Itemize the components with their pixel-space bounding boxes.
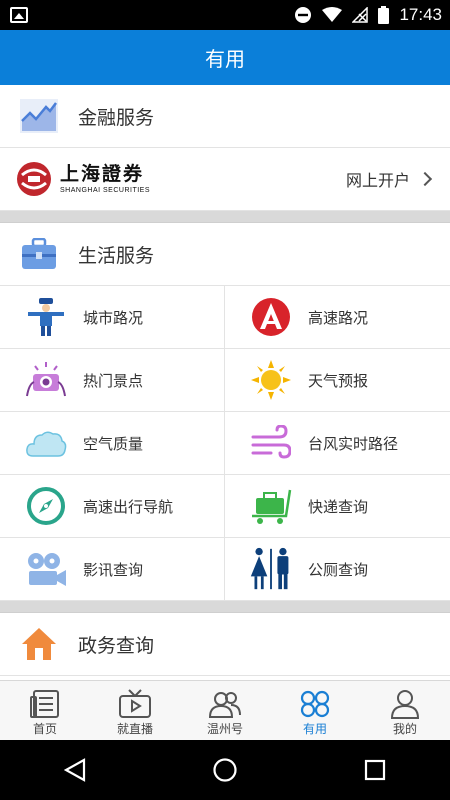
service-label: 热门景点: [83, 371, 144, 390]
wind-icon: [249, 421, 293, 465]
home-icon: [20, 625, 58, 663]
life-services-grid: 城市路况 高速路况 热门景点 天气预报 空气质量 台风实时路径 高速出行导航 快…: [0, 286, 450, 601]
service-label: 天气预报: [308, 371, 369, 390]
life-section-header: 生活服务: [0, 223, 450, 286]
service-typhoon-track[interactable]: 台风实时路径: [225, 412, 450, 475]
tv-icon: [118, 689, 152, 719]
service-movie-info[interactable]: 影讯查询: [0, 538, 225, 601]
nav-label: 温州号: [206, 722, 243, 736]
back-button[interactable]: [45, 740, 105, 800]
do-not-disturb-icon: [295, 7, 312, 23]
wifi-icon: [322, 7, 343, 22]
nav-label: 我的: [392, 722, 417, 736]
service-air-quality[interactable]: 空气质量: [0, 412, 225, 475]
service-hot-spots[interactable]: 热门景点: [0, 349, 225, 412]
service-label: 城市路况: [83, 308, 144, 327]
chevron-right-icon: [417, 171, 433, 187]
clock: 17:43: [399, 5, 442, 24]
service-public-toilet[interactable]: 公厕查询: [225, 538, 450, 601]
camera-icon: [24, 358, 68, 402]
user-icon: [388, 689, 422, 719]
image-notification-icon: [10, 7, 28, 23]
traffic-police-icon: [24, 295, 68, 339]
service-label: 空气质量: [83, 434, 144, 453]
cloud-icon: [24, 421, 68, 465]
nav-useful[interactable]: 有用: [270, 681, 360, 740]
brand-name-en: SHANGHAI SECURITIES: [60, 186, 151, 194]
open-account-link[interactable]: 网上开户: [345, 167, 433, 191]
nav-wenzhou[interactable]: 温州号: [180, 681, 270, 740]
sun-icon: [249, 358, 293, 402]
section-divider: [0, 211, 450, 223]
open-account-label: 网上开户: [345, 171, 410, 190]
gov-section-header: 政务查询: [0, 613, 450, 676]
finance-section-title: 金融服务: [78, 106, 155, 129]
home-button[interactable]: [195, 740, 255, 800]
compass-icon: [24, 484, 68, 528]
users-icon: [208, 689, 242, 719]
brand-name-cn: 上海證券: [60, 162, 145, 185]
newspaper-icon: [28, 689, 62, 719]
home-circle-icon: [213, 758, 237, 782]
grid-icon: [298, 689, 332, 719]
page-title: 有用: [205, 47, 245, 71]
status-bar: 17:43: [0, 0, 450, 30]
nav-mine[interactable]: 我的: [360, 681, 450, 740]
system-navigation-bar: [0, 740, 450, 800]
finance-section-header: 金融服务: [0, 85, 450, 148]
toolbox-icon: [20, 235, 58, 273]
bottom-navigation: 首页 就直播 温州号 有用 我的: [0, 680, 450, 740]
securities-seal-icon: [17, 162, 51, 196]
no-signal-icon: [352, 7, 369, 23]
service-label: 高速出行导航: [83, 497, 174, 516]
service-label: 影讯查询: [83, 560, 144, 579]
stock-chart-icon: [20, 97, 58, 135]
nav-live[interactable]: 就直播: [90, 681, 180, 740]
service-label: 台风实时路径: [308, 434, 399, 453]
nav-label: 首页: [32, 722, 57, 736]
gov-section-title: 政务查询: [78, 634, 155, 657]
service-city-traffic[interactable]: 城市路况: [0, 286, 225, 349]
nav-label: 就直播: [116, 722, 153, 736]
service-highway-navigation[interactable]: 高速出行导航: [0, 475, 225, 538]
highway-icon: [249, 295, 293, 339]
nav-label: 有用: [302, 722, 327, 736]
status-icons: 17:43: [294, 0, 442, 30]
film-projector-icon: [24, 547, 68, 591]
service-label: 公厕查询: [308, 560, 369, 579]
life-section-title: 生活服务: [78, 244, 155, 267]
shanghai-securities-logo: 上海證券 SHANGHAI SECURITIES: [16, 161, 150, 197]
back-triangle-icon: [64, 758, 86, 782]
service-express-query[interactable]: 快递查询: [225, 475, 450, 538]
shanghai-securities-row[interactable]: 上海證券 SHANGHAI SECURITIES 网上开户: [0, 148, 450, 211]
section-divider: [0, 601, 450, 613]
service-label: 快递查询: [308, 497, 369, 516]
recents-square-icon: [364, 759, 386, 781]
recents-button[interactable]: [345, 740, 405, 800]
main-content[interactable]: 金融服务 上海證券 SHANGHAI SECURITIES 网上开户 生活服务 …: [0, 85, 450, 680]
cart-icon: [249, 484, 293, 528]
nav-home[interactable]: 首页: [0, 681, 90, 740]
app-header: 有用: [0, 30, 450, 85]
service-weather[interactable]: 天气预报: [225, 349, 450, 412]
battery-icon: [378, 6, 390, 24]
service-highway-traffic[interactable]: 高速路况: [225, 286, 450, 349]
restroom-icon: [249, 547, 293, 591]
service-label: 高速路况: [308, 308, 369, 327]
